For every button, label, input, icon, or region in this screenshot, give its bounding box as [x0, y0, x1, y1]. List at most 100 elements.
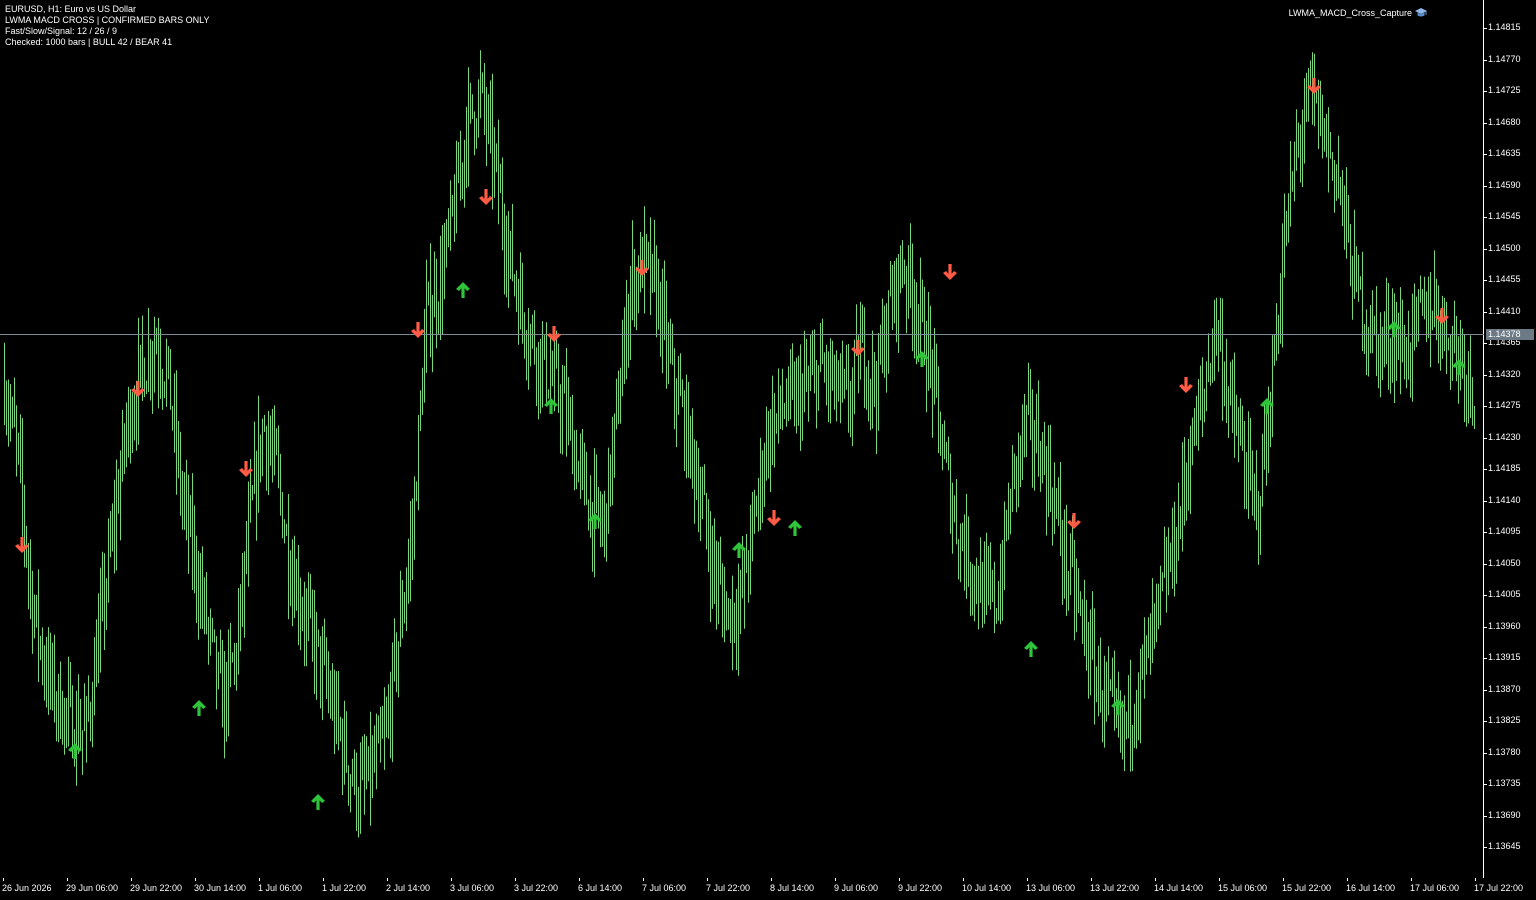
bear-signal-arrow-icon: [547, 326, 561, 342]
bull-signal-arrow-icon: [788, 520, 802, 536]
candles-layer: [4, 50, 1475, 838]
price-axis[interactable]: 1.14815 1.14770 1.14725 1.14680 1.14635 1.145…: [1484, 0, 1536, 878]
time-tick-mark: [1219, 878, 1220, 881]
time-tick-mark: [451, 878, 452, 881]
graduation-cap-icon[interactable]: [1415, 7, 1427, 19]
price-tick-label: 1.14545: [1488, 211, 1521, 221]
indicator-title: LWMA MACD CROSS | CONFIRMED BARS ONLY: [5, 15, 210, 25]
time-tick-label: 15 Jul 06:00: [1218, 883, 1268, 893]
indicator-parameters: Fast/Slow/Signal: 12 / 26 / 9: [5, 26, 118, 36]
time-tick-mark: [131, 878, 132, 881]
price-tick-label: 1.13960: [1488, 620, 1521, 631]
time-tick-label: 29 Jun 22:00: [130, 883, 183, 893]
chart-area[interactable]: EURUSD, H1: Euro vs US Dollar LWMA MACD …: [0, 0, 1484, 878]
price-tick-mark: [1484, 280, 1487, 281]
price-tick-label: 1.14185: [1488, 463, 1521, 473]
bear-signal-arrow-icon: [943, 264, 957, 280]
bull-signal-arrow-icon: [1452, 359, 1466, 375]
time-tick-label: 6 Jul 14:00: [578, 883, 623, 893]
price-tick-mark: [1484, 343, 1487, 344]
price-tick-label: 1.13870: [1488, 683, 1521, 694]
bull-signal-arrow-icon: [192, 700, 206, 716]
price-tick-mark: [1484, 122, 1487, 124]
price-tick-mark: [1484, 689, 1487, 691]
price-tick-label: 1.13825: [1488, 715, 1521, 725]
time-tick-label: 9 Jul 06:00: [834, 883, 879, 893]
price-tick-mark: [1484, 532, 1487, 533]
time-tick-label: 1 Jul 06:00: [258, 883, 303, 893]
time-tick-label: 26 Jun 2026: [2, 883, 52, 893]
time-tick-mark: [387, 878, 388, 881]
time-axis[interactable]: 26 Jun 2026 29 Jun 06:00 29 Jun 22:00 30 Ju…: [0, 878, 1536, 900]
price-tick-label: 1.14455: [1488, 274, 1521, 284]
price-tick-mark: [1484, 248, 1487, 250]
price-tick-mark: [1484, 721, 1487, 722]
price-tick-mark: [1484, 500, 1487, 502]
price-tick-label: 1.14320: [1488, 368, 1521, 379]
time-tick-label: 17 Jul 22:00: [1474, 883, 1524, 893]
bear-signal-arrow-icon: [1179, 377, 1193, 393]
bull-signal-arrow-icon: [456, 282, 470, 298]
time-tick-mark: [1347, 878, 1348, 881]
price-tick-label: 1.13690: [1488, 809, 1521, 820]
price-tick-mark: [1484, 311, 1487, 313]
price-tick-label: 1.14050: [1488, 557, 1521, 568]
time-tick-mark: [195, 878, 196, 881]
time-tick-mark: [899, 878, 900, 881]
chart-symbol-info: EURUSD, H1: Euro vs US Dollar: [5, 4, 137, 14]
bear-signal-arrow-icon: [767, 510, 781, 526]
time-tick-label: 7 Jul 06:00: [642, 883, 687, 893]
time-tick-label: 17 Jul 06:00: [1410, 883, 1460, 893]
price-tick-mark: [1484, 91, 1487, 92]
price-tick-label: 1.13645: [1488, 841, 1521, 851]
time-tick-label: 29 Jun 06:00: [66, 883, 119, 893]
bull-signal-arrow-icon: [1260, 398, 1274, 414]
price-tick-label: 1.14770: [1488, 53, 1521, 64]
time-tick-label: 30 Jun 14:00: [194, 883, 247, 893]
price-tick-mark: [1484, 154, 1487, 155]
price-tick-label: 1.14725: [1488, 85, 1521, 95]
time-tick-mark: [1027, 878, 1028, 881]
time-tick-mark: [963, 878, 964, 881]
price-tick-label: 1.14815: [1488, 22, 1521, 32]
price-tick-label: 1.14095: [1488, 526, 1521, 536]
price-tick-mark: [1484, 752, 1487, 754]
time-tick-mark: [1475, 878, 1476, 881]
price-tick-label: 1.14140: [1488, 494, 1521, 505]
price-tick-mark: [1484, 185, 1487, 187]
time-tick-mark: [1283, 878, 1284, 881]
time-tick-label: 7 Jul 22:00: [706, 883, 751, 893]
time-tick-mark: [1091, 878, 1092, 881]
price-tick-mark: [1484, 28, 1487, 29]
bear-signal-arrow-icon: [411, 322, 425, 338]
price-tick-mark: [1484, 595, 1487, 596]
price-tick-label: 1.13780: [1488, 746, 1521, 757]
price-tick-mark: [1484, 59, 1487, 61]
price-chart[interactable]: [0, 0, 1484, 878]
time-tick-mark: [835, 878, 836, 881]
price-tick-label: 1.14275: [1488, 400, 1521, 410]
bear-signal-arrow-icon: [479, 189, 493, 205]
price-tick-mark: [1484, 658, 1487, 659]
bull-signal-arrow-icon: [68, 743, 82, 759]
expert-advisor-name[interactable]: LWMA_MACD_Cross_Capture: [1289, 8, 1412, 18]
time-tick-label: 3 Jul 06:00: [450, 883, 495, 893]
current-price-tag: 1.14378: [1486, 328, 1534, 340]
time-tick-mark: [259, 878, 260, 881]
time-tick-label: 10 Jul 14:00: [962, 883, 1012, 893]
time-tick-mark: [771, 878, 772, 881]
price-tick-label: 1.14500: [1488, 242, 1521, 253]
time-tick-label: 3 Jul 22:00: [514, 883, 559, 893]
time-tick-mark: [579, 878, 580, 881]
price-tick-mark: [1484, 374, 1487, 376]
price-tick-label: 1.13915: [1488, 652, 1521, 662]
price-tick-mark: [1484, 437, 1487, 439]
price-tick-mark: [1484, 626, 1487, 628]
time-tick-mark: [323, 878, 324, 881]
price-tick-mark: [1484, 217, 1487, 218]
price-tick-label: 1.14590: [1488, 179, 1521, 190]
time-tick-label: 8 Jul 14:00: [770, 883, 815, 893]
time-tick-label: 16 Jul 14:00: [1346, 883, 1396, 893]
price-tick-label: 1.14230: [1488, 431, 1521, 442]
price-tick-label: 1.14410: [1488, 305, 1521, 316]
